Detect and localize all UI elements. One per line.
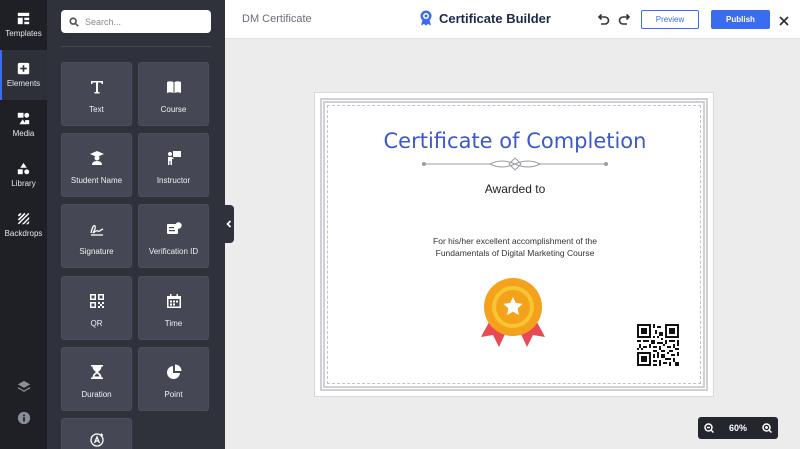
tile-label: Instructor [156, 175, 191, 185]
element-tile-instructor[interactable]: Instructor [138, 133, 209, 197]
element-tile-font-size[interactable] [61, 418, 132, 449]
top-bar: DM Certificate Certificate Builder Previ… [225, 0, 800, 39]
element-tile-course[interactable]: Course [138, 62, 209, 126]
certificate-logo-icon [420, 10, 432, 26]
element-tile-time[interactable]: Time [138, 276, 209, 340]
rail-item-library[interactable]: Library [0, 150, 47, 200]
close-icon [779, 16, 789, 26]
info-icon [17, 411, 30, 425]
preview-button[interactable]: Preview [641, 10, 699, 29]
redo-icon [618, 13, 631, 25]
element-tile-point[interactable]: Point [138, 347, 209, 411]
rail-item-label: Backdrops [4, 229, 43, 238]
undo-icon [597, 13, 610, 25]
rail-item-elements[interactable]: Elements [0, 50, 47, 100]
calendar-icon [166, 293, 181, 308]
rail-item-label: Elements [6, 79, 41, 88]
brand-name: Certificate Builder [439, 10, 551, 26]
search-icon [69, 16, 79, 27]
rail-item-media[interactable]: Media [0, 100, 47, 150]
qr-icon [89, 293, 104, 308]
tile-label: Verification ID [148, 246, 199, 256]
element-tile-text[interactable]: Text [61, 62, 132, 126]
media-icon [17, 112, 30, 125]
rail-item-label: Library [11, 179, 36, 188]
panel-collapse-toggle[interactable] [224, 205, 234, 243]
graduate-icon [89, 150, 104, 165]
search-box[interactable] [61, 10, 211, 33]
tile-label: Course [160, 104, 187, 114]
layers-button[interactable] [0, 375, 47, 399]
text-icon [90, 80, 103, 93]
info-button[interactable] [0, 406, 47, 430]
zoom-control: 60% [698, 417, 778, 439]
shapes-icon [17, 162, 30, 175]
hatch-icon [17, 212, 30, 225]
certificate-canvas[interactable]: Certificate of Completion Awarded to For… [314, 92, 714, 397]
zoom-out-icon[interactable] [704, 423, 714, 433]
zoom-level[interactable]: 60% [729, 423, 747, 433]
element-tile-duration[interactable]: Duration [61, 347, 132, 411]
tile-label: Text [89, 104, 104, 114]
element-tile-student-name[interactable]: Student Name [61, 133, 132, 197]
redo-button[interactable] [618, 12, 632, 26]
close-button[interactable] [779, 13, 791, 26]
rail-item-label: Media [12, 129, 35, 138]
awarded-to-text[interactable]: Awarded to [315, 182, 715, 196]
element-tile-signature[interactable]: Signature [61, 204, 132, 268]
document-title[interactable]: DM Certificate [242, 13, 312, 25]
tile-label: Student Name [70, 175, 123, 185]
certificate-description[interactable]: For his/her excellent accomplishment of … [315, 235, 715, 259]
hourglass-icon [90, 364, 103, 379]
book-icon [166, 80, 181, 93]
search-input[interactable] [85, 16, 205, 27]
left-rail: Templates Elements Media Library Backdro… [0, 0, 47, 449]
panel-divider [61, 46, 211, 47]
brand: Certificate Builder [419, 10, 551, 26]
description-line: Fundamentals of Digital Marketing Course [435, 248, 595, 258]
pie-icon [166, 364, 181, 379]
instructor-icon [167, 150, 181, 165]
id-card-icon [166, 221, 182, 234]
plus-square-icon [17, 62, 30, 75]
publish-button[interactable]: Publish [711, 10, 770, 29]
tile-label: Point [164, 389, 183, 399]
certificate-title[interactable]: Certificate of Completion [315, 129, 715, 153]
tile-label: Time [164, 318, 183, 328]
tile-label: Signature [79, 246, 114, 256]
font-size-icon [89, 433, 104, 447]
element-tile-qr[interactable]: QR [61, 276, 132, 340]
qr-code-icon[interactable] [637, 324, 679, 366]
rail-item-templates[interactable]: Templates [0, 0, 47, 50]
chevron-left-icon [226, 220, 232, 228]
rail-item-backdrops[interactable]: Backdrops [0, 200, 47, 250]
tile-label: Duration [81, 389, 112, 399]
rail-item-label: Templates [5, 29, 42, 38]
elements-panel: Text Course Student Name Instructor Sign… [47, 0, 225, 449]
signature-icon [89, 224, 103, 236]
medal-badge-icon[interactable] [479, 277, 547, 353]
element-tile-verification-id[interactable]: Verification ID [138, 204, 209, 268]
zoom-in-icon[interactable] [762, 423, 772, 433]
layers-icon [17, 380, 30, 392]
templates-icon [17, 12, 30, 25]
description-line: For his/her excellent accomplishment of … [433, 236, 597, 246]
ornament-divider-icon [422, 157, 608, 171]
undo-button[interactable] [596, 12, 610, 26]
tile-label: QR [90, 318, 103, 328]
